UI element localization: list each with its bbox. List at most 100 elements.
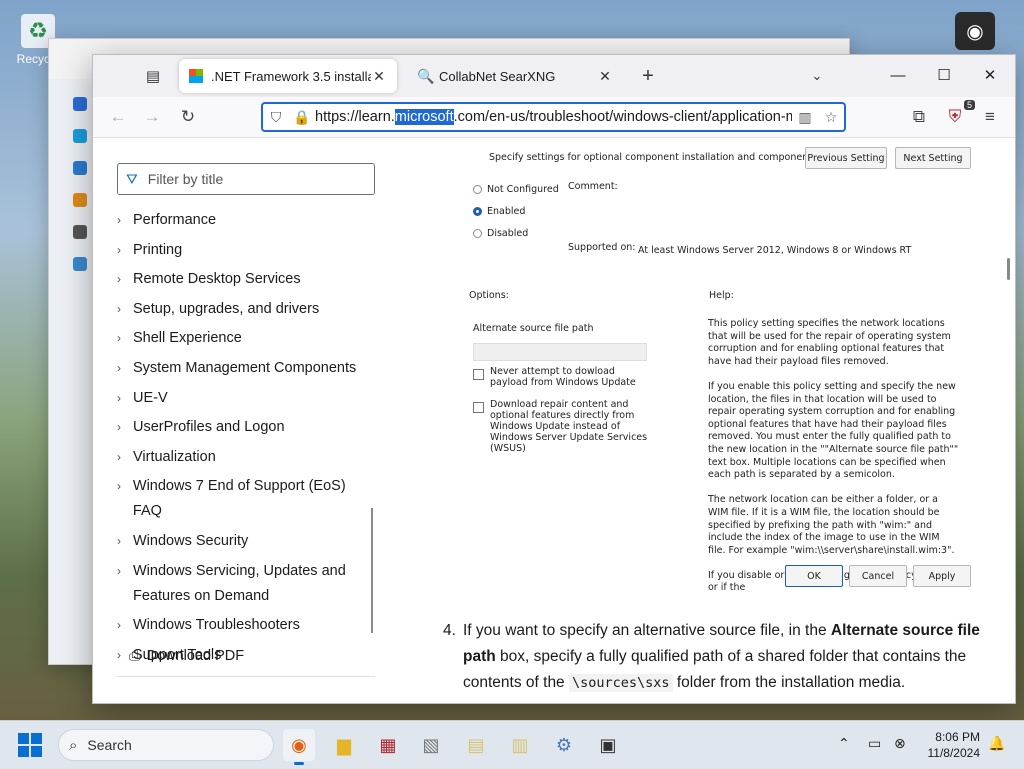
notepad-icon[interactable]: ▤ — [460, 729, 492, 761]
reader-view-icon[interactable]: ▥ — [792, 109, 818, 126]
download-pdf-link[interactable]: ⎙ Download PDF — [129, 648, 244, 664]
page-content: ⛛ Filter by title › Performance › Printing… — [93, 138, 1015, 703]
extensions-icon[interactable]: ⧉ — [904, 103, 934, 131]
close-tab-icon[interactable]: ✕ — [597, 68, 613, 85]
chevron-right-icon: › — [117, 301, 121, 316]
alternate-source-label: Alternate source file path — [473, 323, 594, 334]
start-button[interactable] — [18, 733, 42, 757]
user-icon: ◉ — [966, 20, 984, 43]
toc-item-win7-eos[interactable]: › Windows 7 End of Support (EoS) FAQ — [117, 474, 377, 524]
help-paragraph: If you enable this policy setting and sp… — [708, 380, 959, 481]
chevron-right-icon: › — [117, 242, 121, 257]
toc-item-system-management[interactable]: › System Management Components — [117, 356, 377, 381]
terminal-icon[interactable]: ▣ — [592, 729, 624, 761]
bookmark-star-icon[interactable]: ☆ — [818, 109, 844, 126]
forward-icon[interactable]: → — [137, 103, 167, 131]
browser-window: ▤ .NET Framework 3.5 installation ✕ 🔍 Co… — [92, 54, 1016, 704]
list-all-tabs-icon[interactable]: ⌄ — [801, 61, 833, 91]
chevron-up-icon[interactable]: ⌃ — [838, 735, 850, 752]
taskbar: ⌕ Search ◉ ▆ ▦ ▧ ▤ ▥ ⚙ ▣ ⌃ ▭ ⊗ 8:06 PM 1… — [0, 720, 1024, 769]
url-text[interactable]: https://learn.microsoft.com/en-us/troubl… — [315, 109, 792, 125]
chevron-right-icon: › — [117, 533, 121, 548]
minimize-icon[interactable]: — — [875, 55, 921, 95]
active-indicator — [294, 762, 304, 765]
search-icon: ⌕ — [69, 736, 78, 754]
toc-item-printing[interactable]: › Printing — [117, 238, 377, 263]
toc-scrollbar[interactable] — [371, 508, 373, 633]
toc-item-ue-v[interactable]: › UE-V — [117, 386, 377, 411]
url-bar[interactable]: ⛉ 🔒 https://learn.microsoft.com/en-us/tr… — [261, 102, 846, 132]
view-recent-icon[interactable]: ▤ — [137, 61, 169, 91]
filter-icon: ⛛ — [126, 170, 138, 187]
close-window-icon[interactable]: ✕ — [967, 55, 1013, 95]
user-profile-button[interactable]: ◉ — [955, 12, 995, 50]
bg-brush-icon — [73, 193, 87, 207]
alternate-source-field — [473, 343, 647, 361]
taskbar-search[interactable]: ⌕ Search — [58, 729, 274, 761]
toc-item-remote-desktop[interactable]: › Remote Desktop Services — [117, 267, 377, 292]
clock[interactable]: 8:06 PM 11/8/2024 — [918, 729, 981, 761]
bg-bluetooth-icon — [73, 129, 87, 143]
settings-gear-icon[interactable]: ⚙ — [548, 729, 580, 761]
archive-app-icon[interactable]: ▧ — [415, 729, 447, 761]
toc-item-setup[interactable]: › Setup, upgrades, and drivers — [117, 297, 377, 322]
toc-item-troubleshooters[interactable]: › Windows Troubleshooters — [117, 613, 377, 638]
close-tab-icon[interactable]: ✕ — [371, 68, 387, 85]
lock-icon[interactable]: 🔒 — [289, 109, 315, 126]
back-icon[interactable]: ← — [103, 103, 133, 131]
microsoft-logo-icon — [189, 69, 203, 83]
file-explorer-icon[interactable]: ▆ — [328, 729, 360, 761]
shield-icon[interactable]: ⛉ — [263, 109, 289, 126]
bg-app-icon — [73, 97, 87, 111]
windows-logo-icon — [18, 733, 29, 744]
new-tab-icon[interactable]: + — [632, 61, 664, 91]
supported-value: At least Windows Server 2012, Windows 8 … — [638, 245, 912, 256]
menu-icon[interactable]: ≡ — [975, 103, 1005, 131]
network-icon[interactable]: ▭ — [868, 735, 881, 752]
toc-item-performance[interactable]: › Performance — [117, 208, 377, 233]
checkbox-box — [473, 402, 484, 413]
maximize-icon[interactable]: ☐ — [921, 55, 967, 95]
table-of-contents: › Performance › Printing › Remote Desktop S… — [117, 208, 377, 672]
code-path: \sources\sxs — [569, 674, 673, 692]
help-label: Help: — [709, 290, 734, 301]
toc-item-userprofiles[interactable]: › UserProfiles and Logon — [117, 415, 377, 440]
tab-dotnet[interactable]: .NET Framework 3.5 installation ✕ — [179, 59, 397, 93]
pdf-icon: ⎙ — [129, 648, 141, 664]
filter-input[interactable]: ⛛ Filter by title — [117, 163, 375, 195]
help-paragraph: This policy setting specifies the networ… — [708, 318, 951, 367]
toc-item-shell[interactable]: › Shell Experience — [117, 326, 377, 351]
cancel-button: Cancel — [849, 565, 907, 587]
radio-circle — [473, 207, 482, 216]
chevron-right-icon: › — [117, 563, 121, 578]
page-scrollbar[interactable] — [1007, 258, 1010, 280]
toc-item-windows-servicing[interactable]: › Windows Servicing, Updates and Features… — [117, 559, 377, 609]
toc-item-virtualization[interactable]: › Virtualization — [117, 445, 377, 470]
previous-setting-button: Previous Setting — [805, 147, 887, 169]
chevron-right-icon: › — [117, 618, 121, 633]
options-label: Options: — [469, 290, 509, 301]
volume-muted-icon[interactable]: ⊗ — [894, 735, 906, 752]
notes-icon[interactable]: ▥ — [504, 729, 536, 761]
winrar-icon[interactable]: ▦ — [372, 729, 404, 761]
ublock-icon[interactable]: ⛨ 5 — [940, 100, 975, 131]
reload-icon[interactable]: ↻ — [173, 103, 203, 131]
policy-header: Specify settings for optional component … — [489, 152, 843, 163]
tab-label: CollabNet SearXNG — [439, 68, 556, 84]
firefox-taskbar-icon[interactable]: ◉ — [283, 729, 315, 765]
step-text: If you want to specify an alternative so… — [463, 622, 980, 692]
navigation-bar: ← → ↻ ⛉ 🔒 https://learn.microsoft.com/en… — [93, 97, 1015, 138]
chevron-right-icon: › — [117, 420, 121, 435]
chevron-right-icon: › — [117, 272, 121, 287]
bg-apps-icon — [73, 225, 87, 239]
chevron-right-icon: › — [117, 449, 121, 464]
chevron-right-icon: › — [117, 213, 121, 227]
checkbox-box — [473, 369, 484, 380]
notification-bell-icon[interactable]: 🔔 — [988, 735, 1005, 752]
tab-searxng[interactable]: 🔍 CollabNet SearXNG ✕ — [407, 59, 623, 93]
chevron-right-icon: › — [117, 390, 121, 405]
toc-item-windows-security[interactable]: › Windows Security — [117, 529, 377, 554]
tab-label: .NET Framework 3.5 installation — [211, 68, 371, 84]
clock-date: 11/8/2024 — [927, 746, 981, 760]
radio-disabled: Disabled — [473, 228, 528, 239]
